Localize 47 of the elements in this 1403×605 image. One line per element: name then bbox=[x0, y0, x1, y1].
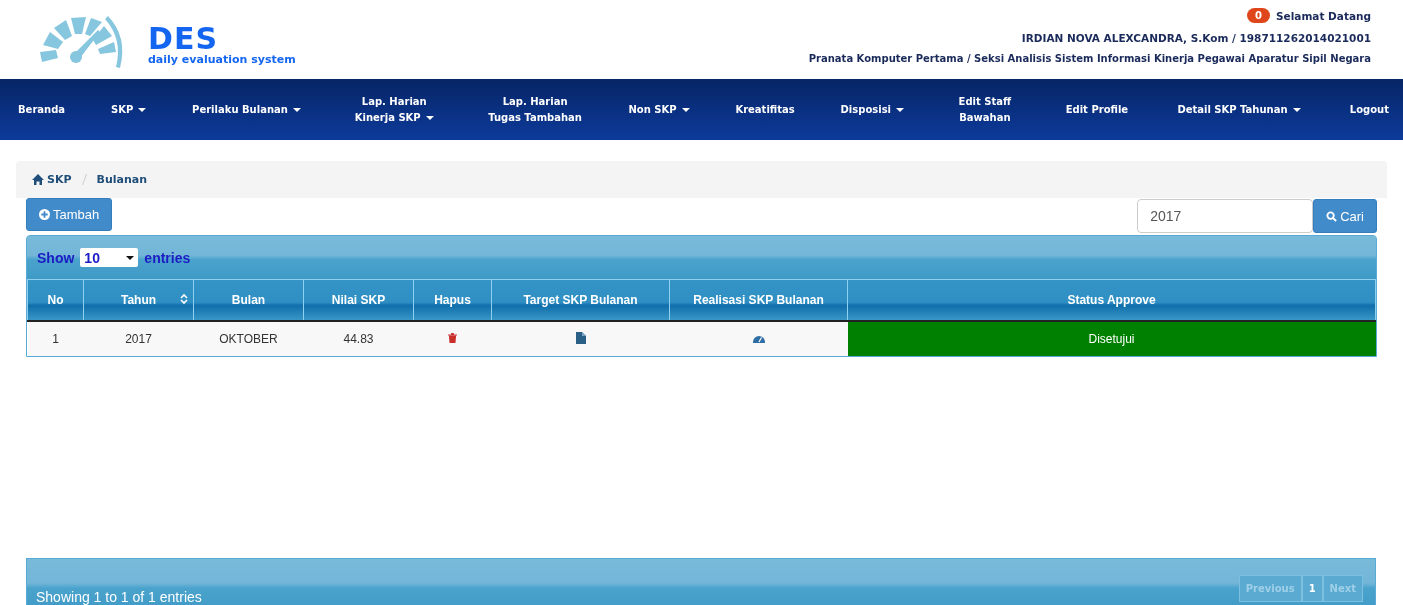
nav-item[interactable]: Lap. Harian Tugas Tambahan bbox=[487, 93, 583, 126]
nav-item[interactable]: Lap. Harian Kinerja SKP bbox=[346, 93, 442, 126]
nav-item[interactable]: Non SKP bbox=[628, 101, 690, 118]
nav-item[interactable]: Logout bbox=[1349, 101, 1389, 118]
breadcrumb-link[interactable]: Bulanan bbox=[96, 173, 147, 186]
table-info: Showing 1 to 1 of 1 entries bbox=[36, 589, 202, 605]
search-field[interactable]: 2017 bbox=[1137, 199, 1314, 233]
logo-title: DES bbox=[148, 23, 218, 54]
nav-item[interactable]: SKP bbox=[110, 101, 147, 118]
sort-icon bbox=[180, 293, 188, 305]
logo-subtitle: daily evaluation system bbox=[148, 53, 296, 66]
search-icon bbox=[1326, 210, 1338, 222]
home-icon bbox=[32, 174, 44, 185]
column-header: Realisasi SKP Bulanan bbox=[669, 279, 848, 321]
table-cell: 2017 bbox=[83, 321, 194, 356]
document-icon[interactable] bbox=[575, 331, 586, 344]
column-header: Bulan bbox=[193, 279, 304, 321]
add-button[interactable]: Tambah bbox=[26, 198, 113, 231]
column-header: Hapus bbox=[413, 279, 492, 321]
trash-icon[interactable] bbox=[448, 333, 457, 343]
table-cell: 1 bbox=[27, 321, 84, 356]
column-header: No bbox=[27, 279, 84, 321]
greeting-text: Selamat Datang bbox=[1276, 9, 1371, 22]
user-name: IRDIAN NOVA ALEXCANDRA, S.Kom / 198711262014021001 bbox=[1021, 32, 1371, 44]
plus-circle-icon bbox=[39, 209, 50, 220]
nav-item[interactable]: Edit Staff Bawahan bbox=[949, 93, 1020, 126]
nav-item[interactable]: Detail SKP Tahunan bbox=[1174, 101, 1304, 118]
breadcrumb-link[interactable]: SKP bbox=[32, 173, 72, 186]
column-header: Status Approve bbox=[847, 279, 1376, 321]
nav-item[interactable]: Disposisi bbox=[840, 101, 904, 118]
table-cell: OKTOBER bbox=[193, 321, 304, 356]
entries-label: entries bbox=[144, 249, 191, 266]
status-cell: Disetujui bbox=[847, 321, 1376, 356]
table-cell: 44.83 bbox=[303, 321, 414, 356]
page-size-select[interactable]: 10 bbox=[80, 248, 139, 267]
notification-badge[interactable]: 0 bbox=[1247, 8, 1271, 23]
speedometer-icon[interactable] bbox=[752, 334, 765, 343]
column-header: Nilai SKP bbox=[303, 279, 414, 321]
nav-item[interactable]: Beranda bbox=[18, 101, 66, 118]
search-button[interactable]: Cari bbox=[1313, 199, 1377, 233]
column-header[interactable]: Tahun bbox=[83, 279, 194, 321]
show-label: Show bbox=[37, 249, 75, 266]
user-position: Pranata Komputer Pertama / Seksi Analisis Sistem Informasi Kinerja Pegawai Aparatur Sipil Negara bbox=[808, 53, 1371, 64]
column-header: Target SKP Bulanan bbox=[491, 279, 670, 321]
nav-item[interactable]: Kreatifitas bbox=[735, 101, 795, 118]
nav-item[interactable]: Perilaku Bulanan bbox=[192, 101, 301, 118]
nav-item[interactable]: Edit Profile bbox=[1065, 101, 1129, 118]
